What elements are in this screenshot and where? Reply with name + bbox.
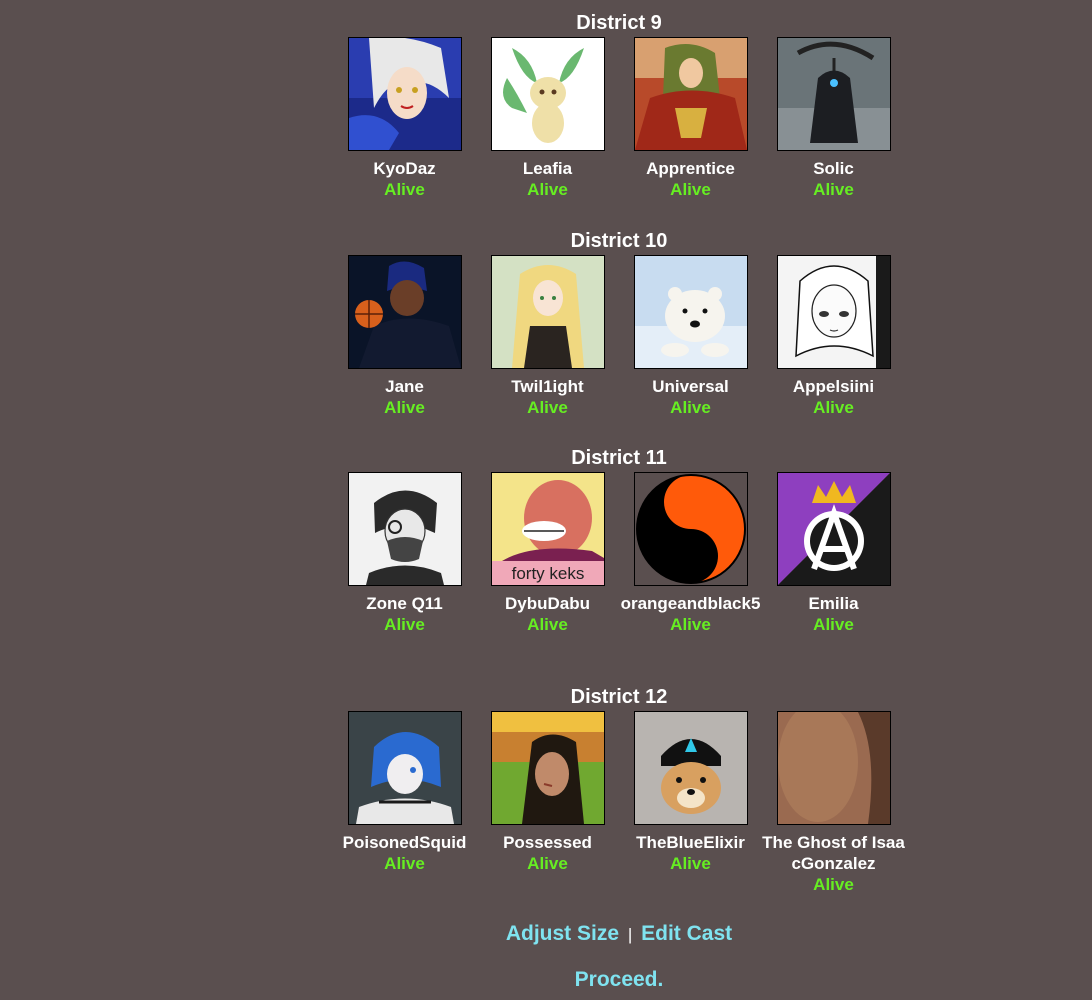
tribute-card: Jane Alive — [333, 255, 476, 418]
tribute-avatar — [776, 37, 891, 151]
tribute-name: The Ghost of IsaacGonzalez — [762, 833, 905, 873]
tribute-name: KyoDaz — [373, 159, 436, 178]
tribute-name: TheBlueElixir — [636, 833, 745, 852]
tribute-status: Alive — [384, 615, 425, 634]
tribute-status: Alive — [384, 854, 425, 873]
district-title: District 10 — [570, 230, 668, 252]
tribute-row: KyoDaz Alive Leafia Alive Apprentice Ali… — [333, 37, 905, 200]
tribute-status: Alive — [384, 398, 425, 417]
tribute-avatar — [490, 255, 605, 369]
tribute-card: Universal Alive — [619, 255, 762, 418]
tribute-name: orangeandblack5 — [620, 594, 761, 613]
district-title: District 9 — [576, 12, 662, 34]
tribute-name: Apprentice — [646, 159, 735, 178]
tribute-avatar — [347, 472, 462, 586]
tribute-card: Apprentice Alive — [619, 37, 762, 200]
tribute-avatar — [633, 711, 748, 825]
district-12: District 12 PoisonedSquid Alive Possesse… — [333, 685, 905, 895]
district-title: District 11 — [571, 447, 667, 469]
tribute-card: Zone Q11 Alive — [333, 472, 476, 635]
tribute-card: Possessed Alive — [476, 711, 619, 895]
tribute-name: PoisonedSquid — [342, 833, 467, 852]
tribute-status: Alive — [527, 854, 568, 873]
tribute-card: orangeandblack5 Alive — [619, 472, 762, 635]
tribute-card: TheBlueElixir Alive — [619, 711, 762, 895]
tribute-name: Solic — [813, 159, 854, 178]
tribute-avatar — [347, 255, 462, 369]
tribute-status: Alive — [670, 615, 711, 634]
tribute-status: Alive — [670, 854, 711, 873]
tribute-name: Appelsiini — [792, 377, 875, 396]
tribute-card: PoisonedSquid Alive — [333, 711, 476, 895]
tribute-name: Universal — [652, 377, 729, 396]
tribute-row: PoisonedSquid Alive Possessed Alive TheB… — [333, 711, 905, 895]
tribute-card: KyoDaz Alive — [333, 37, 476, 200]
proceed-link[interactable]: Proceed. — [575, 968, 664, 991]
tribute-status: Alive — [527, 615, 568, 634]
tribute-status: Alive — [384, 180, 425, 199]
tribute-name: Leafia — [522, 159, 573, 178]
tribute-status: Alive — [670, 398, 711, 417]
tribute-status: Alive — [813, 398, 854, 417]
link-separator: | — [627, 925, 633, 944]
proceed-container: Proceed. — [333, 968, 905, 992]
tribute-avatar — [776, 711, 891, 825]
tribute-status: Alive — [813, 180, 854, 199]
forty-keks-logo: forty keks — [511, 564, 584, 583]
tribute-row: Jane Alive Twil1ight Alive Universal Ali… — [333, 255, 905, 418]
tribute-card: Appelsiini Alive — [762, 255, 905, 418]
simulation-page: District 9 KyoDaz Alive Leafia Alive App… — [0, 0, 1092, 1000]
tribute-row: Zone Q11 Alive forty keks DybuDabu Alive… — [333, 472, 905, 635]
tribute-card: Twil1ight Alive — [476, 255, 619, 418]
tribute-avatar — [776, 255, 891, 369]
cast-controls: Adjust Size | Edit Cast — [333, 922, 905, 946]
tribute-status: Alive — [527, 180, 568, 199]
tribute-name: Twil1ight — [511, 377, 584, 396]
tribute-card: Solic Alive — [762, 37, 905, 200]
tribute-card: forty keks DybuDabu Alive — [476, 472, 619, 635]
tribute-status: Alive — [813, 615, 854, 634]
tribute-avatar — [633, 472, 748, 586]
tribute-name: Possessed — [503, 833, 592, 852]
tribute-avatar — [490, 37, 605, 151]
tribute-name: Jane — [385, 377, 424, 396]
tribute-avatar — [490, 711, 605, 825]
edit-cast-link[interactable]: Edit Cast — [641, 922, 732, 945]
tribute-avatar — [347, 711, 462, 825]
tribute-card: Emilia Alive — [762, 472, 905, 635]
tribute-status: Alive — [813, 875, 854, 894]
tribute-avatar — [633, 37, 748, 151]
tribute-status: Alive — [670, 180, 711, 199]
district-9: District 9 KyoDaz Alive Leafia Alive App… — [333, 11, 905, 200]
tribute-name: Emilia — [808, 594, 859, 613]
tribute-avatar — [633, 255, 748, 369]
tribute-avatar: forty keks — [490, 472, 605, 586]
tribute-name: DybuDabu — [505, 594, 590, 613]
adjust-size-link[interactable]: Adjust Size — [506, 922, 619, 945]
tribute-avatar — [776, 472, 891, 586]
district-10: District 10 Jane Alive Twil1ight Alive U… — [333, 229, 905, 418]
tribute-card: The Ghost of IsaacGonzalez Alive — [762, 711, 905, 895]
tribute-avatar — [347, 37, 462, 151]
tribute-card: Leafia Alive — [476, 37, 619, 200]
district-11: District 11 Zone Q11 Alive forty keks Dy… — [333, 446, 905, 635]
tribute-status: Alive — [527, 398, 568, 417]
district-title: District 12 — [570, 686, 668, 708]
tribute-name: Zone Q11 — [366, 594, 443, 613]
